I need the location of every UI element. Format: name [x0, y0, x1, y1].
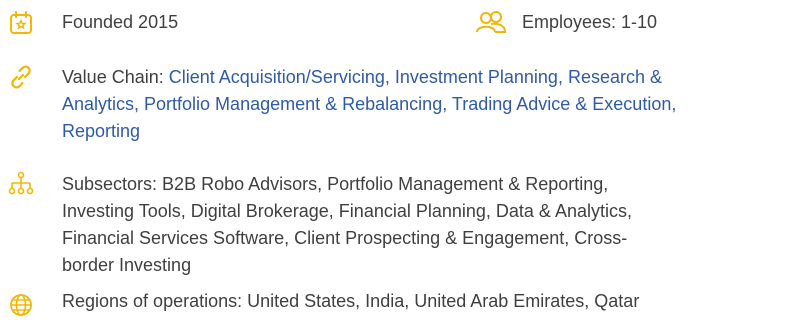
value-chain-link-line-1[interactable]: Client Acquisition/Servicing, Investment…: [169, 67, 662, 87]
subsectors-line-3: Financial Services Software, Client Pros…: [62, 228, 628, 248]
value-chain-prefix: Value Chain:: [62, 67, 169, 87]
hierarchy-icon: [8, 171, 34, 197]
company-profile: Founded 2015 Employees: 1-10 Value Chain…: [0, 0, 802, 322]
value-chain-link-line-3[interactable]: Reporting: [62, 118, 676, 145]
regions-label: Regions of operations: United States, In…: [62, 291, 640, 311]
value-chain-link-line-2[interactable]: Analytics, Portfolio Management & Rebala…: [62, 91, 676, 118]
subsectors-line-1: Subsectors: B2B Robo Advisors, Portfolio…: [62, 174, 609, 194]
calendar-star-icon: [8, 10, 34, 36]
globe-icon: [8, 292, 34, 318]
subsectors-line-2: Investing Tools, Digital Brokerage, Fina…: [62, 201, 632, 221]
founded-label: Founded 2015: [62, 12, 179, 32]
subsectors-line-4: border Investing: [62, 255, 192, 275]
people-icon: [474, 10, 508, 36]
link-icon: [8, 64, 34, 90]
employees-label: Employees: 1-10: [522, 12, 658, 32]
